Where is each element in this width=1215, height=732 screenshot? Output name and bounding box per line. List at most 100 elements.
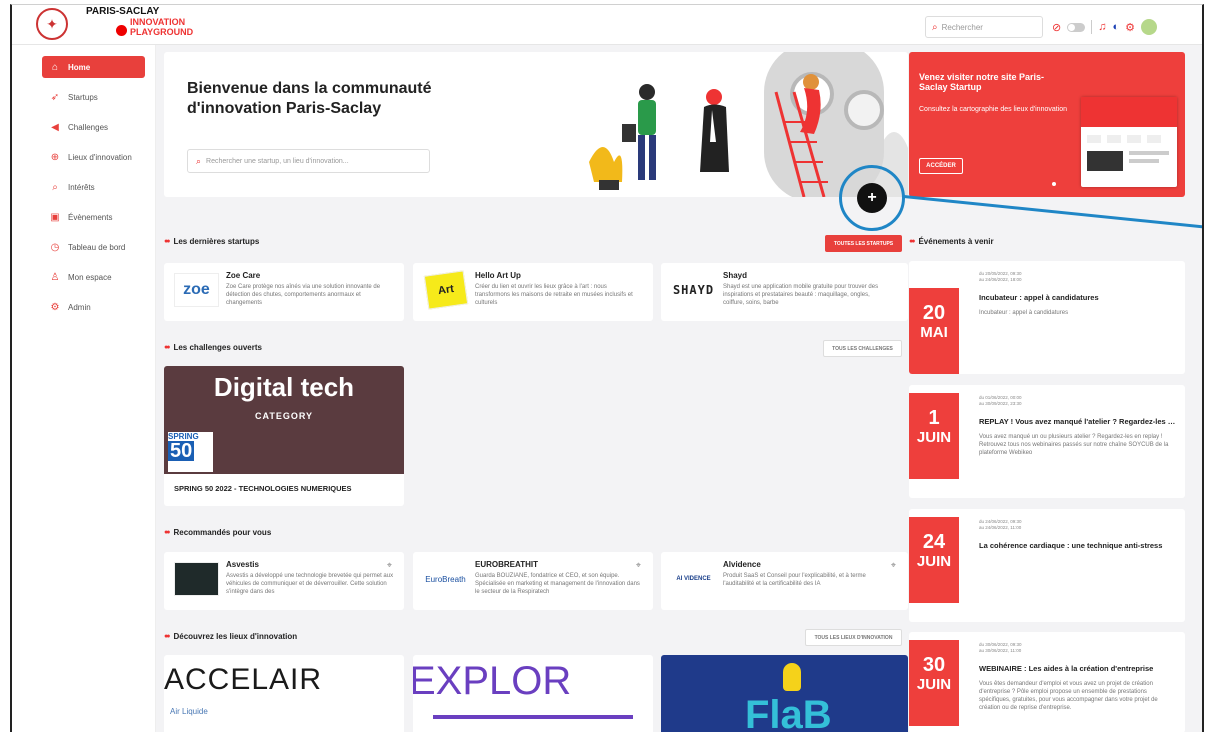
recommended-card[interactable]: EuroBreath EUROBREATHIT Guarda BOUZIANE,…	[413, 552, 653, 610]
sidebar-item-mon-espace[interactable]: ♙ Mon espace	[42, 266, 145, 288]
event-range-end: au 24/06/2022, 11:00	[979, 525, 1022, 530]
promo-access-button[interactable]: ACCÉDER	[919, 158, 963, 174]
bookmark-icon[interactable]: ⌖	[636, 560, 641, 571]
promo-website-preview	[1081, 97, 1177, 187]
recommended-card[interactable]: Asvestis Asvestis a développé une techno…	[164, 552, 404, 610]
sidebar-item-home[interactable]: ⌂ Home	[42, 56, 145, 78]
event-day: 1	[928, 407, 940, 429]
globe-icon: ⊕	[50, 151, 60, 163]
startup-card[interactable]: zoe Zoe Care Zoe Care protège nos aînés …	[164, 263, 404, 321]
promo-subtitle: Consultez la cartographie des lieux d'in…	[919, 106, 1068, 113]
sidebar-item-evenements[interactable]: ▣ Évènements	[42, 206, 145, 228]
sidebar: ⌂ Home ➶ Startups ◀ Challenges ⊕ Lieux d…	[12, 45, 156, 732]
startup-logo: zoe	[174, 273, 219, 307]
challenge-name: SPRING 50 2022 - TECHNOLOGIES NUMERIQUES	[174, 484, 352, 493]
lieu-card[interactable]: ACCELAIR Air Liquide	[164, 655, 404, 732]
annotation-highlight-circle	[839, 165, 905, 231]
sidebar-item-label: Lieux d'innovation	[68, 152, 132, 162]
sidebar-item-challenges[interactable]: ◀ Challenges	[42, 116, 145, 138]
top-search-placeholder: Rechercher	[941, 22, 983, 32]
hero-search-input[interactable]: ⌕ Rechercher une startup, un lieu d'inno…	[187, 149, 430, 173]
bullet-dots-icon: ●●	[164, 529, 171, 536]
logo-line3: PLAYGROUND	[130, 27, 194, 37]
section-heading-events: ●● Événements à venir	[909, 237, 994, 246]
event-day: 30	[922, 654, 946, 676]
recommended-logo: AI VIDENCE	[676, 576, 711, 582]
paris-saclay-seal-logo[interactable]: ✦	[36, 8, 68, 40]
home-icon: ⌂	[51, 61, 59, 73]
search-icon: ⌕	[932, 21, 938, 33]
user-avatar[interactable]	[1141, 19, 1157, 35]
sidebar-item-admin[interactable]: ⚙ Admin	[42, 296, 145, 318]
event-card[interactable]: 1 JUIN du 01/06/2022, 00:00 au 30/09/202…	[909, 385, 1185, 498]
event-month: MAI	[920, 324, 948, 341]
section-title: Les dernières startups	[173, 237, 260, 246]
event-desc: Vous avez manqué un ou plusieurs atelier…	[979, 434, 1169, 456]
sidebar-item-tableau-de-bord[interactable]: ◷ Tableau de bord	[42, 236, 145, 258]
welcome-hero: Bienvenue dans la communauté d'innovatio…	[164, 52, 908, 197]
event-card[interactable]: 24 JUIN du 24/06/2022, 09:30 au 24/06/20…	[909, 509, 1185, 622]
section-title: Recommandés pour vous	[173, 528, 272, 537]
sidebar-item-interets[interactable]: ⌕ Intérêts	[42, 176, 145, 198]
search-icon: ⌕	[196, 155, 202, 166]
section-title: Événements à venir	[918, 237, 994, 246]
all-lieux-button[interactable]: TOUS LES LIEUX D'INNOVATION	[805, 629, 902, 646]
section-title: Découvrez les lieux d'innovation	[173, 632, 298, 641]
startup-name: Zoe Care	[226, 271, 261, 280]
section-heading-challenges: ●● Les challenges ouverts	[164, 343, 262, 352]
event-date-block: 30 JUIN	[909, 640, 959, 726]
startup-card[interactable]: SHAYD Shayd Shayd est une application mo…	[661, 263, 908, 321]
recommended-desc: Guarda BOUZIANE, fondatrice et CEO, et s…	[475, 573, 640, 595]
recommended-logo	[174, 562, 219, 596]
event-card[interactable]: 30 JUIN du 30/06/2022, 09:30 au 30/06/20…	[909, 632, 1185, 732]
lieu-card[interactable]: EXPLOR	[413, 655, 653, 732]
event-title: La cohérence cardiaque : une technique a…	[979, 541, 1163, 550]
sidebar-item-startups[interactable]: ➶ Startups	[42, 86, 145, 108]
accessibility-toggle[interactable]	[1067, 22, 1086, 32]
bullet-dots-icon: ●●	[909, 238, 916, 245]
startup-card[interactable]: Art Hello Art Up Créer du lien et ouvrir…	[413, 263, 653, 321]
preview-header	[1081, 97, 1177, 127]
recommended-card[interactable]: AI VIDENCE Alvidence Produit SaaS et Con…	[661, 552, 908, 610]
spring-logo-number: 50	[168, 440, 195, 462]
recommended-logo: EuroBreath	[425, 574, 466, 584]
section-heading-lieux: ●● Découvrez les lieux d'innovation	[164, 632, 297, 641]
event-desc: Incubateur : appel à candidatures	[979, 310, 1069, 316]
sidebar-item-label: Évènements	[68, 212, 113, 222]
event-range-end: au 24/06/2022, 18:00	[979, 277, 1022, 282]
language-flag-icon[interactable]: ◐	[1112, 21, 1119, 33]
challenge-card[interactable]: Digital tech CATEGORY SPRING 50 SPRING 5…	[164, 366, 404, 506]
top-bar: ✦ PARIS-SACLAY INNOVATION PLAYGROUND ⌕ R…	[12, 5, 1202, 45]
bookmark-icon[interactable]: ⌖	[387, 560, 392, 571]
bullet-dots-icon: ●●	[164, 344, 171, 351]
challenge-banner-title: Digital tech	[213, 372, 355, 402]
event-card[interactable]: 20 MAI du 20/05/2022, 09:30 au 24/06/202…	[909, 261, 1185, 374]
bookmark-icon[interactable]: ⌖	[891, 560, 896, 571]
event-date-block: 24 JUIN	[909, 517, 959, 603]
annotation-pointer-line	[903, 195, 1202, 230]
event-day: 24	[922, 531, 946, 553]
logo-line2: INNOVATION	[130, 17, 186, 27]
recommended-name: Asvestis	[226, 560, 259, 569]
top-search-input[interactable]: ⌕ Rechercher	[925, 16, 1043, 38]
startup-desc: Zoe Care protège nos aînés via une solut…	[226, 284, 381, 306]
lieu-logo-text: FlaB	[745, 693, 832, 732]
event-range-end: au 30/06/2022, 11:00	[979, 648, 1022, 653]
logo-line1: PARIS-SACLAY	[86, 6, 160, 17]
all-challenges-button[interactable]: TOUS LES CHALLENGES	[823, 340, 902, 357]
app-logo[interactable]: PARIS-SACLAY INNOVATION PLAYGROUND	[86, 6, 194, 38]
sidebar-item-label: Startups	[68, 92, 98, 102]
bullet-dots-icon: ●●	[164, 238, 171, 245]
hero-title: Bienvenue dans la communauté d'innovatio…	[187, 80, 432, 117]
settings-gear-icon[interactable]: ⚙	[1125, 21, 1135, 34]
notification-bell-icon[interactable]: ♫	[1098, 21, 1106, 33]
user-icon: ♙	[50, 271, 60, 283]
carousel-dot[interactable]	[1052, 182, 1056, 186]
lieu-card[interactable]: FlaB	[661, 655, 908, 732]
all-startups-button[interactable]: TOUTES LES STARTUPS	[825, 235, 902, 252]
event-date-range: du 01/06/2022, 00:00 au 30/09/2022, 23:3…	[979, 395, 1022, 407]
event-date-range: du 24/06/2022, 09:30 au 24/06/2022, 11:0…	[979, 519, 1022, 531]
eye-off-icon[interactable]: ⊘	[1052, 21, 1061, 34]
sidebar-item-lieux[interactable]: ⊕ Lieux d'innovation	[42, 146, 145, 168]
spring50-logo: SPRING 50	[168, 432, 213, 472]
